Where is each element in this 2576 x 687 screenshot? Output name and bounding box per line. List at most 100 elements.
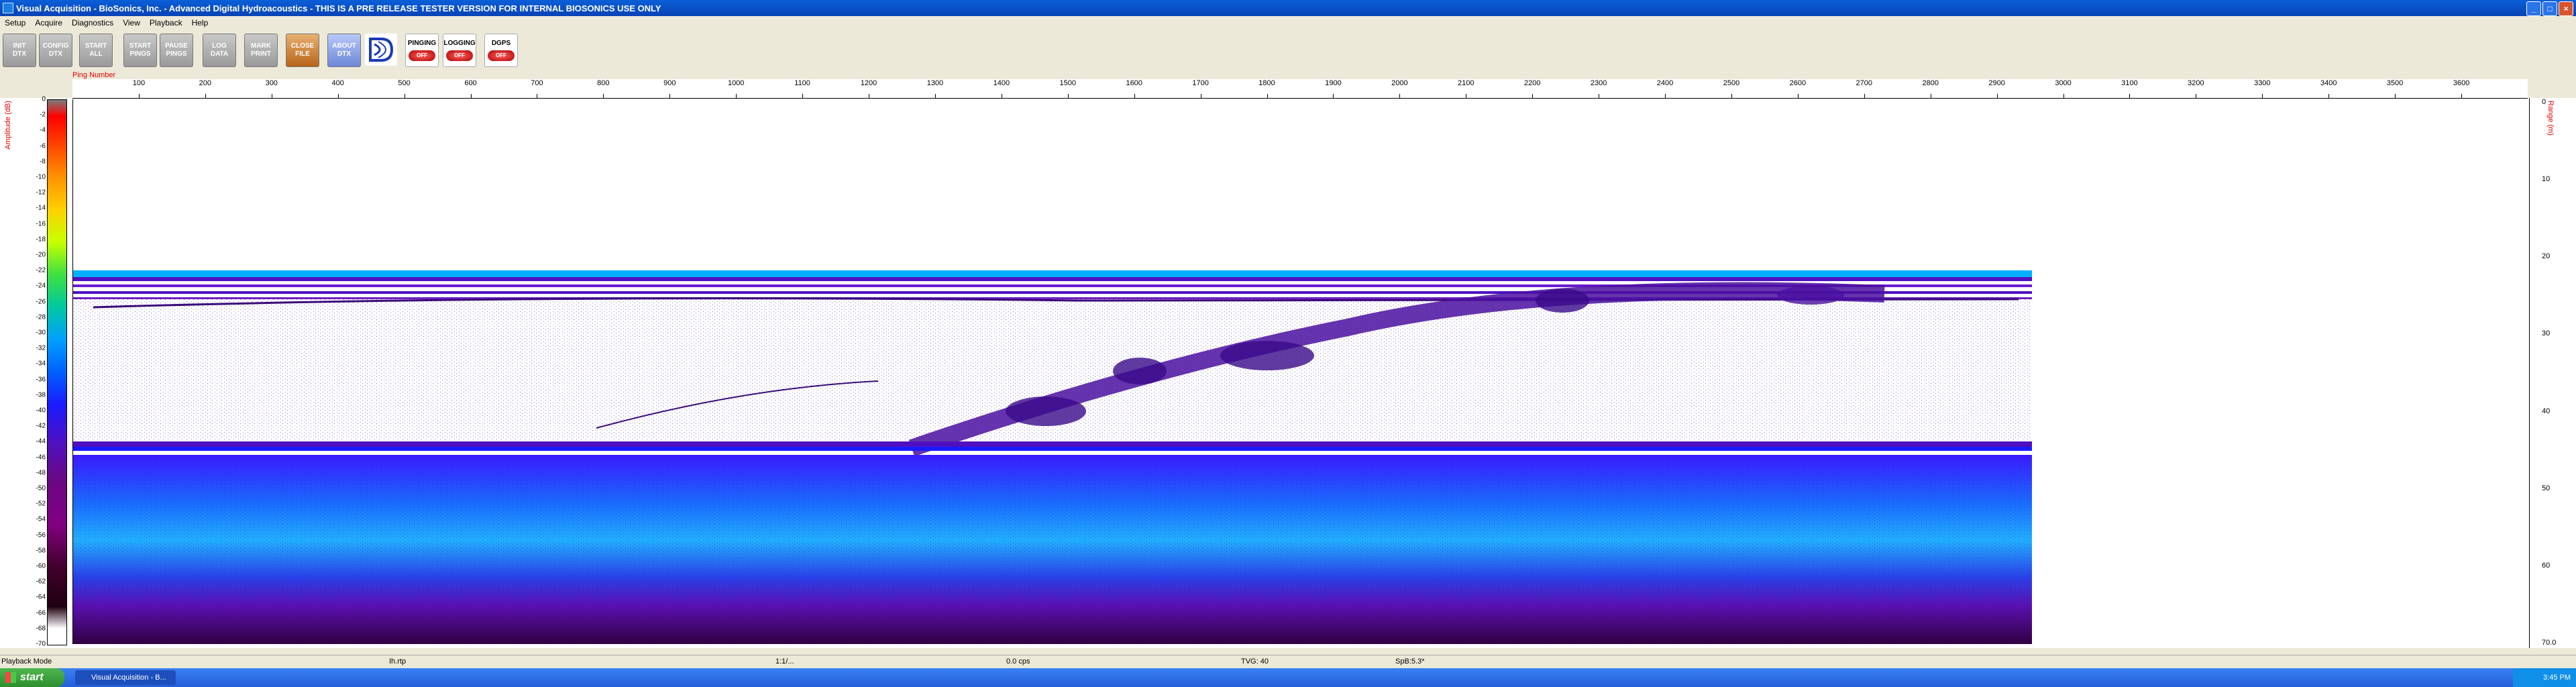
amplitude-tick-label: -64 xyxy=(36,593,46,601)
ping-tick-label: 1100 xyxy=(794,79,810,87)
start-button[interactable]: start xyxy=(0,668,64,687)
minimize-button[interactable]: _ xyxy=(2526,1,2541,16)
menu-bar: Setup Acquire Diagnostics View Playback … xyxy=(0,16,2576,30)
ping-tick-label: 1400 xyxy=(993,79,1010,87)
ping-tick-label: 2200 xyxy=(1523,79,1541,87)
ping-tick-mark xyxy=(2461,94,2463,98)
ping-tick-mark xyxy=(1267,94,1268,98)
amplitude-tick-label: -46 xyxy=(36,454,46,462)
ping-tick-mark xyxy=(603,94,604,98)
ping-tick-label: 2700 xyxy=(1856,79,1873,87)
maximize-button[interactable]: □ xyxy=(2542,1,2557,16)
ping-tick-mark xyxy=(1731,94,1732,98)
range-tick-label: 40 xyxy=(2542,407,2551,415)
init-dtx-button[interactable]: INIT DTX xyxy=(3,34,36,67)
ping-tick-label: 2400 xyxy=(1656,79,1674,87)
range-tick-label: 0 xyxy=(2542,98,2546,106)
amplitude-tick-label: -16 xyxy=(36,220,46,228)
taskbar-item-visual-acquisition[interactable]: Visual Acquisition - B... xyxy=(75,670,176,685)
ping-tick-label: 1200 xyxy=(860,79,877,87)
ping-tick-label: 2000 xyxy=(1391,79,1408,87)
menu-playback[interactable]: Playback xyxy=(145,18,187,28)
about-dtx-button[interactable]: ABOUT DTX xyxy=(327,34,361,67)
amplitude-tick-label: -6 xyxy=(40,142,46,150)
echogram-canvas[interactable] xyxy=(72,99,2032,644)
ping-tick-label: 200 xyxy=(199,79,212,87)
pause-pings-button[interactable]: PAUSE PINGS xyxy=(160,34,193,67)
amplitude-tick-label: -54 xyxy=(36,515,46,523)
amplitude-tick-label: -34 xyxy=(36,360,46,368)
amplitude-tick-label: -12 xyxy=(36,189,46,197)
ping-tick-mark xyxy=(2328,94,2330,98)
ping-tick-mark xyxy=(1333,94,1334,98)
ping-tick-mark xyxy=(2129,94,2131,98)
start-all-button[interactable]: START ALL xyxy=(79,34,113,67)
status-tvg: TVG: 40 xyxy=(1241,657,1269,666)
ping-tick-mark xyxy=(2395,94,2396,98)
range-tick-label: 10 xyxy=(2542,175,2551,184)
amplitude-tick-label: -56 xyxy=(36,531,46,539)
range-tick-label: 70.0 xyxy=(2542,639,2557,647)
status-mode: Playback Mode xyxy=(1,657,52,666)
ping-tick-label: 1600 xyxy=(1126,79,1142,87)
range-axis-label: Range (m) xyxy=(2546,101,2555,136)
ping-tick-label: 3600 xyxy=(2453,79,2470,87)
range-tick-label: 20 xyxy=(2542,252,2551,261)
amplitude-tick-label: -32 xyxy=(36,344,46,352)
ping-tick-label: 500 xyxy=(398,79,411,87)
ping-tick-label: 2100 xyxy=(1458,79,1474,87)
ping-tick-label: 600 xyxy=(464,79,477,87)
close-file-button[interactable]: CLOSE FILE xyxy=(286,34,319,67)
ping-tick-label: 2600 xyxy=(1789,79,1807,87)
ping-tick-mark xyxy=(2262,94,2263,98)
amplitude-tick-label: -10 xyxy=(36,173,46,181)
range-tick-label: 60 xyxy=(2542,561,2551,570)
amplitude-color-scale xyxy=(47,99,67,645)
biosonics-logo-icon xyxy=(365,34,397,66)
clock: 3:45 PM xyxy=(2543,674,2571,682)
ping-tick-mark xyxy=(470,94,472,98)
log-data-button[interactable]: LOG DATA xyxy=(203,34,236,67)
dgps-indicator: DGPS OFF xyxy=(484,34,518,67)
title-bar: Visual Acquisition - BioSonics, Inc. - A… xyxy=(0,0,2576,16)
status-file: Ih.rtp xyxy=(389,657,407,666)
ping-tick-label: 1900 xyxy=(1325,79,1342,87)
status-spb: SpB:5.3* xyxy=(1395,657,1425,666)
ping-tick-label: 700 xyxy=(531,79,543,87)
amplitude-tick-label: -42 xyxy=(36,422,46,430)
menu-diagnostics[interactable]: Diagnostics xyxy=(67,18,118,28)
ping-axis-label: Ping Number xyxy=(72,71,116,79)
ping-tick-mark xyxy=(205,94,206,98)
ping-tick-mark xyxy=(1797,94,1799,98)
amplitude-tick-label: -30 xyxy=(36,329,46,337)
system-tray: 3:45 PM xyxy=(2513,668,2576,687)
app-icon xyxy=(3,3,13,13)
menu-help[interactable]: Help xyxy=(187,18,213,28)
ping-tick-mark xyxy=(2063,94,2064,98)
ping-tick-label: 400 xyxy=(331,79,344,87)
amplitude-tick-label: -20 xyxy=(36,251,46,259)
taskbar: start Visual Acquisition - B... 3:45 PM xyxy=(0,668,2576,687)
amplitude-tick-label: -24 xyxy=(36,282,46,290)
ping-tick-label: 3000 xyxy=(2055,79,2072,87)
amplitude-tick-label: -14 xyxy=(36,204,46,212)
menu-view[interactable]: View xyxy=(118,18,145,28)
config-dtx-button[interactable]: CONFIG DTX xyxy=(39,34,72,67)
toolbar: INIT DTX CONFIG DTX START ALL START PING… xyxy=(0,31,2576,71)
ping-axis: 100 200 300 400 500 600 700 800 900 1000 1100 1200 1… xyxy=(72,79,2528,99)
ping-tick-mark xyxy=(1067,94,1069,98)
mark-print-button[interactable]: MARK PRINT xyxy=(244,34,278,67)
amplitude-tick-label: -44 xyxy=(36,437,46,445)
ping-tick-label: 1700 xyxy=(1192,79,1209,87)
menu-setup[interactable]: Setup xyxy=(0,18,30,28)
ping-tick-label: 3400 xyxy=(2320,79,2337,87)
ping-tick-mark xyxy=(802,94,804,98)
close-button[interactable]: × xyxy=(2559,1,2573,16)
start-pings-button[interactable]: START PINGS xyxy=(123,34,157,67)
ping-tick-label: 3500 xyxy=(2386,79,2404,87)
menu-acquire[interactable]: Acquire xyxy=(30,18,67,28)
amplitude-tick-label: -48 xyxy=(36,469,46,477)
amplitude-tick-label: -50 xyxy=(36,484,46,492)
ping-tick-label: 2500 xyxy=(1723,79,1740,87)
amplitude-ticks: 0 -2 -4 -6 -8 -10 -12 -14 -16 -18 -20 -22 -24 -26 -28 -… xyxy=(30,96,46,648)
